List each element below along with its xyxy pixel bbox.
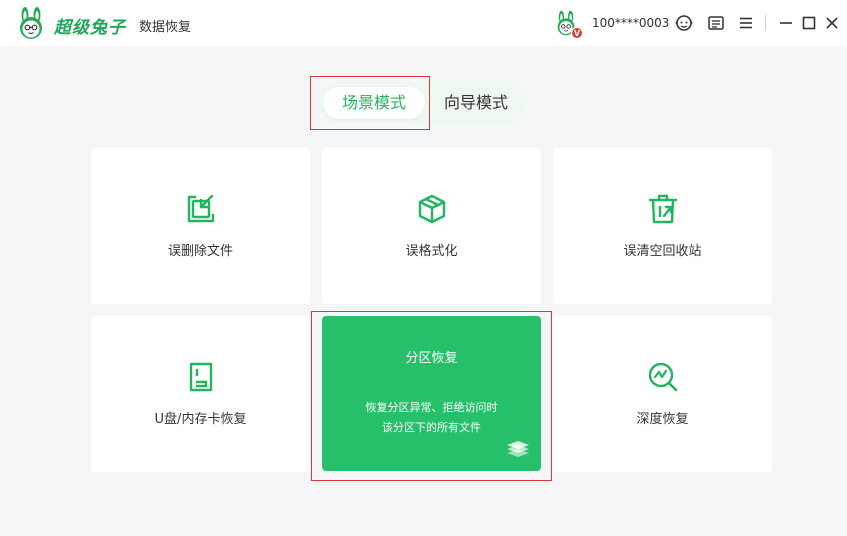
card-usb-memory[interactable]: U盘/内存卡恢复 bbox=[91, 316, 310, 472]
card-partition-recovery[interactable]: 分区恢复 恢复分区异常、拒绝访问时 该分区下的所有文件 bbox=[322, 316, 541, 471]
magnifier-chart-icon bbox=[646, 360, 680, 394]
card-label: 误格式化 bbox=[405, 244, 458, 259]
titlebar-divider bbox=[765, 15, 766, 31]
user-phone[interactable]: 100****0003 bbox=[592, 16, 669, 30]
maximize-icon[interactable] bbox=[798, 12, 820, 34]
close-icon[interactable] bbox=[821, 12, 843, 34]
file-restore-icon bbox=[184, 192, 218, 226]
minimize-icon[interactable] bbox=[775, 12, 797, 34]
card-label: 误清空回收站 bbox=[623, 244, 702, 259]
card-label: 深度恢复 bbox=[636, 412, 689, 427]
tab-scene-mode[interactable]: 场景模式 bbox=[323, 87, 425, 119]
card-label: 误删除文件 bbox=[167, 244, 233, 259]
layers-icon bbox=[505, 439, 531, 461]
mode-switch: 场景模式 向导模式 bbox=[318, 82, 526, 124]
card-deleted-files[interactable]: 误删除文件 bbox=[91, 148, 310, 304]
title-bar: 超级兔子 数据恢复 V 100****0003 bbox=[0, 0, 847, 46]
card-description: 该分区下的所有文件 bbox=[382, 421, 481, 434]
main-content: 场景模式 向导模式 误删除文件 误格式化 误清空回收站 U盘/内存卡恢复 分区恢… bbox=[0, 46, 847, 536]
sd-card-icon bbox=[184, 360, 218, 394]
rabbit-logo-icon bbox=[14, 6, 48, 40]
message-icon[interactable] bbox=[705, 12, 727, 34]
support-icon[interactable] bbox=[673, 12, 695, 34]
vip-badge: V bbox=[571, 27, 583, 39]
trash-icon bbox=[646, 192, 680, 226]
card-title: 分区恢复 bbox=[405, 351, 458, 366]
card-label: U盘/内存卡恢复 bbox=[154, 412, 247, 427]
menu-icon[interactable] bbox=[735, 12, 757, 34]
cube-icon bbox=[415, 192, 449, 226]
tab-guide-mode[interactable]: 向导模式 bbox=[430, 87, 522, 119]
product-name: 数据恢复 bbox=[139, 20, 192, 35]
brand-name: 超级兔子 bbox=[54, 18, 126, 38]
card-deep-recovery[interactable]: 深度恢复 bbox=[553, 316, 772, 472]
card-recycle-bin[interactable]: 误清空回收站 bbox=[553, 148, 772, 304]
card-description: 恢复分区异常、拒绝访问时 bbox=[365, 401, 498, 414]
card-formatted[interactable]: 误格式化 bbox=[322, 148, 541, 304]
